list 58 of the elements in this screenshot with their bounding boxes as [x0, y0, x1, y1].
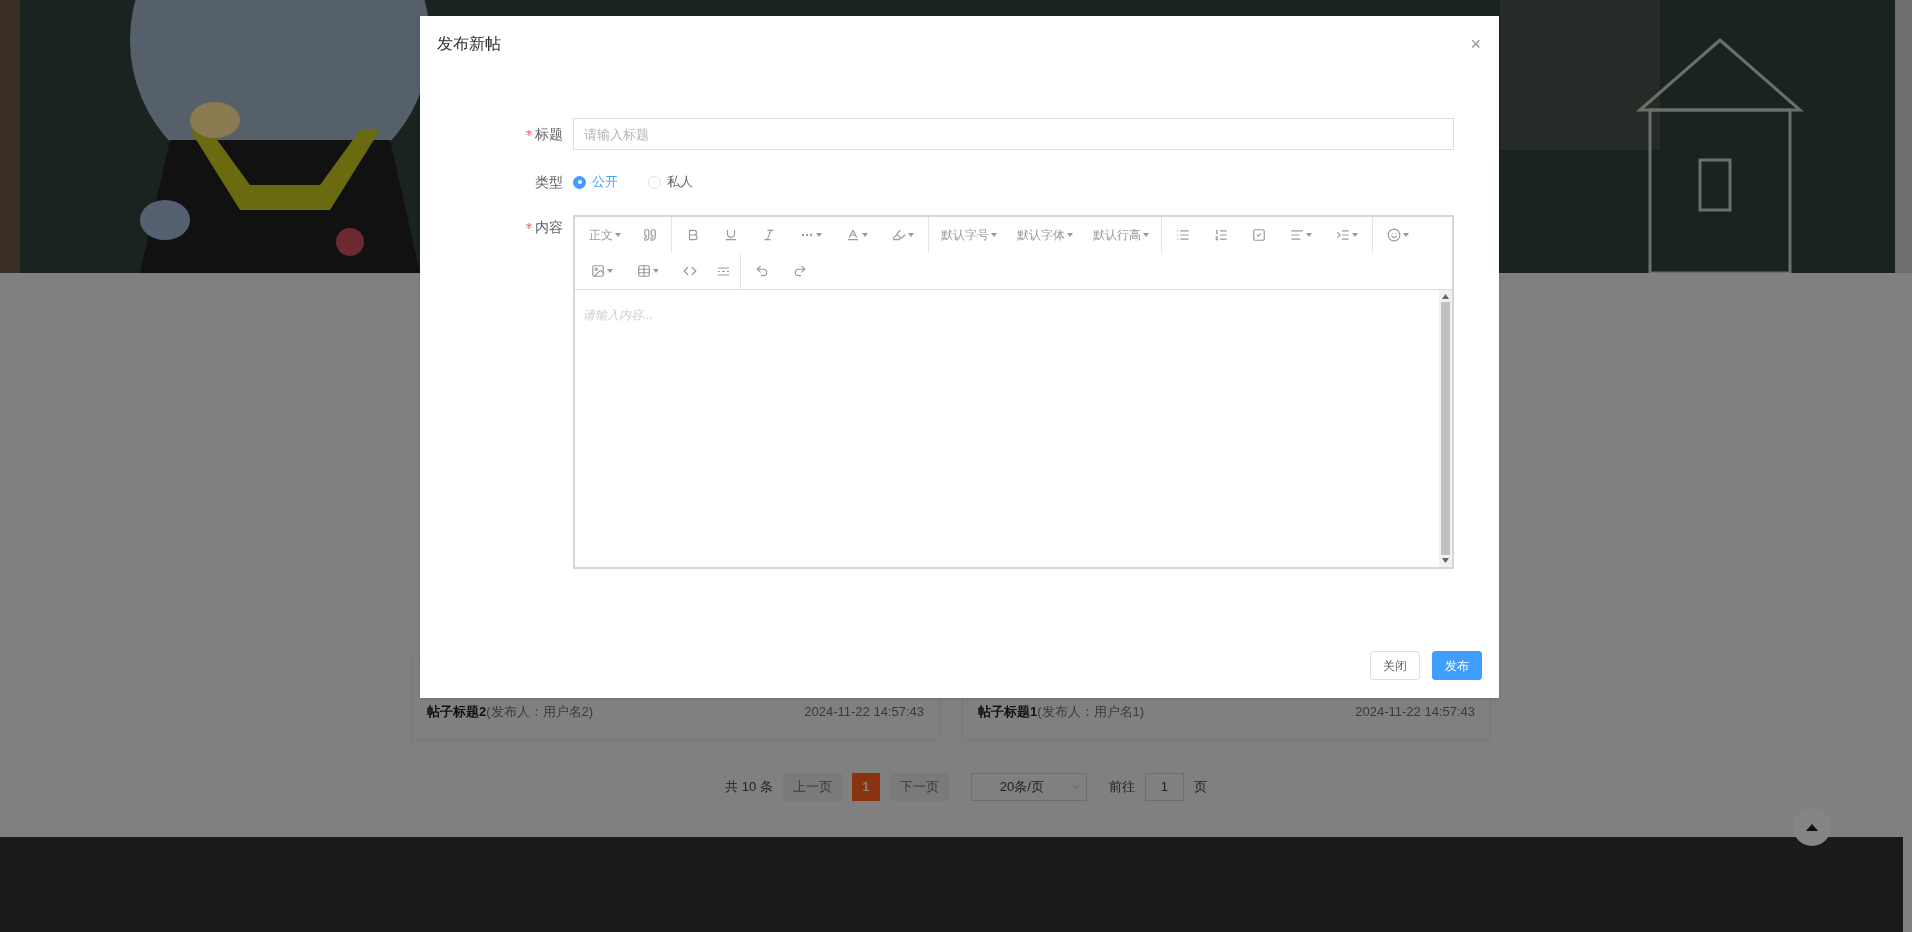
page-button[interactable]: 1: [851, 773, 880, 801]
field-label: 类型: [534, 172, 563, 192]
post-time: 2024-11-22 14:57:43: [804, 702, 924, 721]
close-dialog-button[interactable]: 关闭: [1370, 651, 1420, 680]
scroll-up-icon[interactable]: [1442, 294, 1449, 299]
toolbar-dropdown[interactable]: 默认行高: [1083, 223, 1159, 247]
underline-icon: [724, 228, 738, 242]
dialog-title: 发布新帖: [437, 34, 501, 54]
field-label: 内容: [520, 217, 563, 238]
smiley-icon: [1387, 228, 1401, 242]
caret-icon: [1403, 233, 1409, 237]
page-size-select[interactable]: 20条/页: [970, 773, 1087, 801]
font-color-icon: [846, 228, 860, 242]
caret-icon: [607, 269, 613, 273]
table-icon: [637, 264, 651, 278]
close-button[interactable]: ×: [1470, 35, 1481, 53]
page-unit: 页: [1193, 778, 1207, 797]
indent-icon: [1336, 228, 1350, 242]
publish-button[interactable]: 发布: [1432, 651, 1482, 680]
scroll-down-icon[interactable]: [1442, 558, 1449, 563]
code-icon: [683, 264, 697, 278]
italic-icon: [762, 228, 776, 242]
scrollbar[interactable]: [1439, 290, 1452, 567]
caret-icon: [1306, 233, 1312, 237]
caret-icon: [862, 233, 868, 237]
undo-icon: [755, 264, 769, 278]
image-icon: [591, 264, 605, 278]
field-label: 标题: [520, 123, 563, 145]
checkbox-icon: [1252, 228, 1266, 242]
goto-label: 前往: [1108, 778, 1135, 797]
radio-option[interactable]: 公开: [573, 172, 618, 192]
title-input[interactable]: 请输入标题: [573, 118, 1454, 150]
numbered-list-icon: [1214, 228, 1228, 242]
post-title: 帖子标题1(发布人：用户名1): [978, 702, 1145, 721]
caret-icon: [1352, 233, 1358, 237]
caret-icon: [1143, 233, 1149, 237]
bullet-list-icon: [1176, 228, 1190, 242]
radio-option[interactable]: 私人: [648, 172, 693, 192]
caret-icon: [908, 233, 914, 237]
caret-icon: [1067, 233, 1073, 237]
toolbar-dropdown[interactable]: 默认字体: [1007, 223, 1083, 247]
caret-icon: [991, 233, 997, 237]
caret-icon: [615, 233, 621, 237]
back-to-top-button[interactable]: [1793, 808, 1831, 846]
post-title: 帖子标题2(发布人：用户名2): [427, 702, 594, 721]
total-count: 共 10 条: [725, 778, 773, 797]
post-time: 2024-11-22 14:57:43: [1355, 702, 1475, 721]
goto-field[interactable]: 1: [1144, 773, 1184, 801]
toolbar-dropdown[interactable]: 正文: [579, 223, 631, 247]
up-triangle-icon: [1806, 823, 1818, 831]
highlighter-icon: [892, 228, 906, 242]
caret-icon: [653, 269, 659, 273]
toolbar-dropdown[interactable]: 默认字号: [931, 223, 1007, 247]
quote-icon: [643, 228, 657, 242]
bold-icon: [686, 228, 700, 242]
redo-icon: [793, 264, 807, 278]
caret-icon: [816, 233, 822, 237]
align-left-icon: [1290, 228, 1304, 242]
